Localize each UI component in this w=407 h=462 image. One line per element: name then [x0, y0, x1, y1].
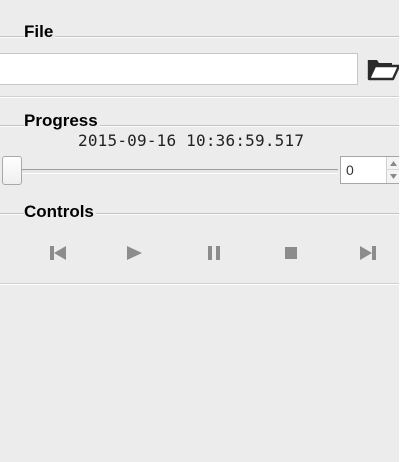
progress-slider-track[interactable] — [8, 169, 338, 174]
folder-open-icon — [367, 60, 399, 81]
stop-icon — [285, 247, 297, 259]
position-spinbox[interactable]: 0 — [340, 156, 399, 184]
file-group-title: File — [24, 22, 56, 41]
progress-group-title: Progress — [24, 111, 100, 130]
playback-controls — [0, 236, 399, 270]
browse-button[interactable] — [366, 52, 399, 86]
play-icon — [127, 246, 142, 260]
file-group-divider — [0, 36, 399, 38]
play-button[interactable] — [117, 236, 151, 270]
skip-back-icon — [50, 246, 66, 260]
timestamp-label: 2015-09-16 10:36:59.517 — [78, 131, 305, 150]
section-separator — [0, 283, 399, 285]
triangle-down-icon — [389, 174, 397, 179]
skip-forward-button[interactable] — [351, 236, 385, 270]
stop-button[interactable] — [274, 236, 308, 270]
spin-up-button[interactable] — [386, 157, 399, 170]
player-panel: File Progress 2015-09-16 10:36:59.517 0 … — [0, 0, 399, 462]
spin-down-button[interactable] — [386, 170, 399, 183]
triangle-up-icon — [389, 160, 397, 166]
skip-back-button[interactable] — [41, 236, 75, 270]
progress-slider-handle[interactable] — [2, 156, 22, 185]
controls-group-title: Controls — [24, 202, 96, 221]
section-separator — [0, 96, 399, 98]
file-path-input[interactable] — [0, 53, 358, 85]
pause-button[interactable] — [197, 236, 231, 270]
spinbox-value: 0 — [346, 162, 354, 178]
skip-forward-icon — [360, 246, 376, 260]
pause-icon — [208, 246, 220, 260]
